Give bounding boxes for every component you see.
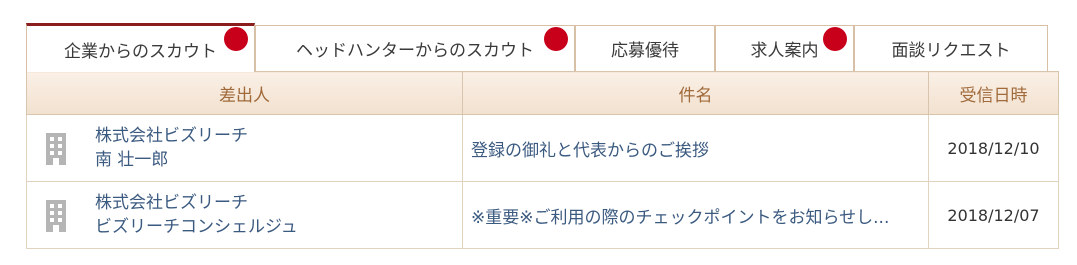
table-header-row: 差出人 件名 受信日時 [26,71,1059,115]
scout-inbox: 企業からのスカウト ヘッドハンターからのスカウト 応募優待 求人案内 面談リクエ… [26,23,1059,249]
notification-badge [823,27,847,51]
tab-interview-request[interactable]: 面談リクエスト [854,25,1048,71]
tab-bar: 企業からのスカウト ヘッドハンターからのスカウト 応募優待 求人案内 面談リクエ… [26,23,1058,72]
column-header-sender: 差出人 [26,71,463,115]
received-date: 2018/12/10 [928,114,1059,182]
column-header-subject: 件名 [462,71,929,115]
sender-person[interactable]: ビズリーチコンシェルジュ [95,215,298,239]
tab-company-scout[interactable]: 企業からのスカウト [26,23,255,72]
tab-headhunter-scout[interactable]: ヘッドハンターからのスカウト [255,25,575,71]
tab-label: 面談リクエスト [891,41,1011,61]
table-row[interactable]: 株式会社ビズリーチ 南 壮一郎 登録の御礼と代表からのご挨拶 2018/12/1… [26,114,1059,182]
message-table: 差出人 件名 受信日時 株式会社ビズリーチ 南 壮一郎 登録の御礼と代表からのご… [26,71,1059,249]
building-icon [46,133,66,165]
sender-person[interactable]: 南 壮一郎 [95,148,248,172]
table-row[interactable]: 株式会社ビズリーチ ビズリーチコンシェルジュ ※重要※ご利用の際のチェックポイン… [26,181,1059,249]
sender-company[interactable]: 株式会社ビズリーチ [95,124,248,148]
notification-badge [224,27,248,51]
tab-label: 企業からのスカウト [64,41,217,62]
sender-company[interactable]: 株式会社ビズリーチ [95,191,298,215]
tab-label: 求人案内 [750,41,819,61]
subject-link[interactable]: 登録の御礼と代表からのご挨拶 [462,114,929,182]
received-date: 2018/12/07 [928,181,1059,249]
sender-cell: 株式会社ビズリーチ ビズリーチコンシェルジュ [26,181,463,249]
tab-application-offer[interactable]: 応募優待 [575,25,715,71]
sender-cell: 株式会社ビズリーチ 南 壮一郎 [26,114,463,182]
tab-label: 応募優待 [611,41,679,61]
building-icon [46,200,66,232]
subject-link[interactable]: ※重要※ご利用の際のチェックポイントをお知らせし... [462,181,929,249]
column-header-date: 受信日時 [928,71,1059,115]
notification-badge [544,27,568,51]
tab-label: ヘッドハンターからのスカウト [296,41,534,61]
